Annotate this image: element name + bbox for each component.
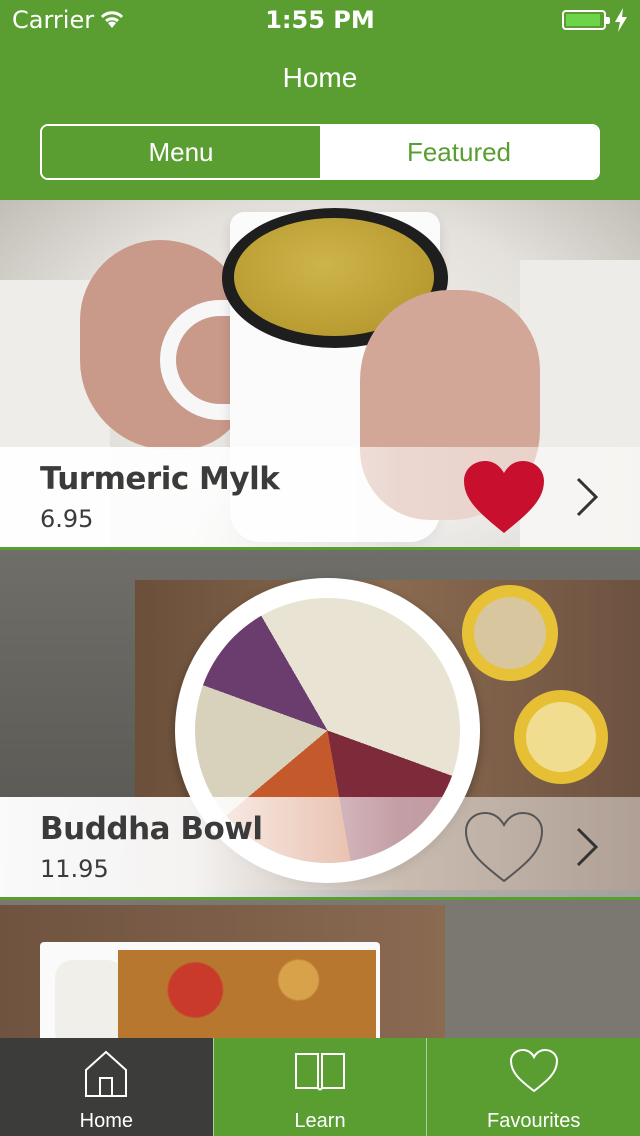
status-bar: Carrier 1:55 PM: [0, 0, 640, 40]
item-name: Turmeric Mylk: [40, 461, 280, 497]
tab-label: Home: [79, 1110, 134, 1132]
battery-icon: [562, 10, 610, 30]
heart-filled-icon[interactable]: [462, 459, 546, 535]
charging-bolt-icon: [615, 8, 627, 32]
menu-item-card-partial[interactable]: [0, 900, 640, 1040]
clock: 1:55 PM: [265, 6, 375, 34]
heart-outline-icon[interactable]: [462, 809, 546, 885]
item-price: 11.95: [40, 855, 109, 883]
tab-bar: Home Learn Favourites: [0, 1038, 640, 1136]
menu-item-card-buddha-bowl[interactable]: Buddha Bowl 11.95: [0, 550, 640, 900]
item-info-bar: Turmeric Mylk 6.95: [0, 447, 640, 550]
tab-label: Learn: [294, 1110, 346, 1132]
chevron-right-icon[interactable]: [574, 475, 602, 519]
item-name: Buddha Bowl: [40, 811, 263, 847]
segment-menu[interactable]: Menu: [42, 126, 320, 178]
menu-featured-segmented-control[interactable]: Menu Featured: [40, 124, 600, 180]
house-icon: [85, 1050, 128, 1097]
book-icon: [295, 1053, 345, 1091]
menu-item-card-turmeric-mylk[interactable]: Turmeric Mylk 6.95: [0, 200, 640, 550]
segment-featured[interactable]: Featured: [320, 126, 598, 178]
tab-learn[interactable]: Learn: [212, 1038, 427, 1136]
tab-favourites[interactable]: Favourites: [426, 1038, 640, 1136]
item-price: 6.95: [40, 505, 94, 533]
tab-label: Favourites: [486, 1110, 581, 1132]
heart-outline-icon: [509, 1048, 558, 1093]
tab-home[interactable]: Home: [0, 1038, 213, 1136]
chevron-right-icon[interactable]: [574, 825, 602, 869]
item-info-bar: Buddha Bowl 11.95: [0, 797, 640, 900]
header: Carrier 1:55 PM Home Menu Featured: [0, 0, 640, 200]
page-title: Home: [282, 62, 358, 93]
